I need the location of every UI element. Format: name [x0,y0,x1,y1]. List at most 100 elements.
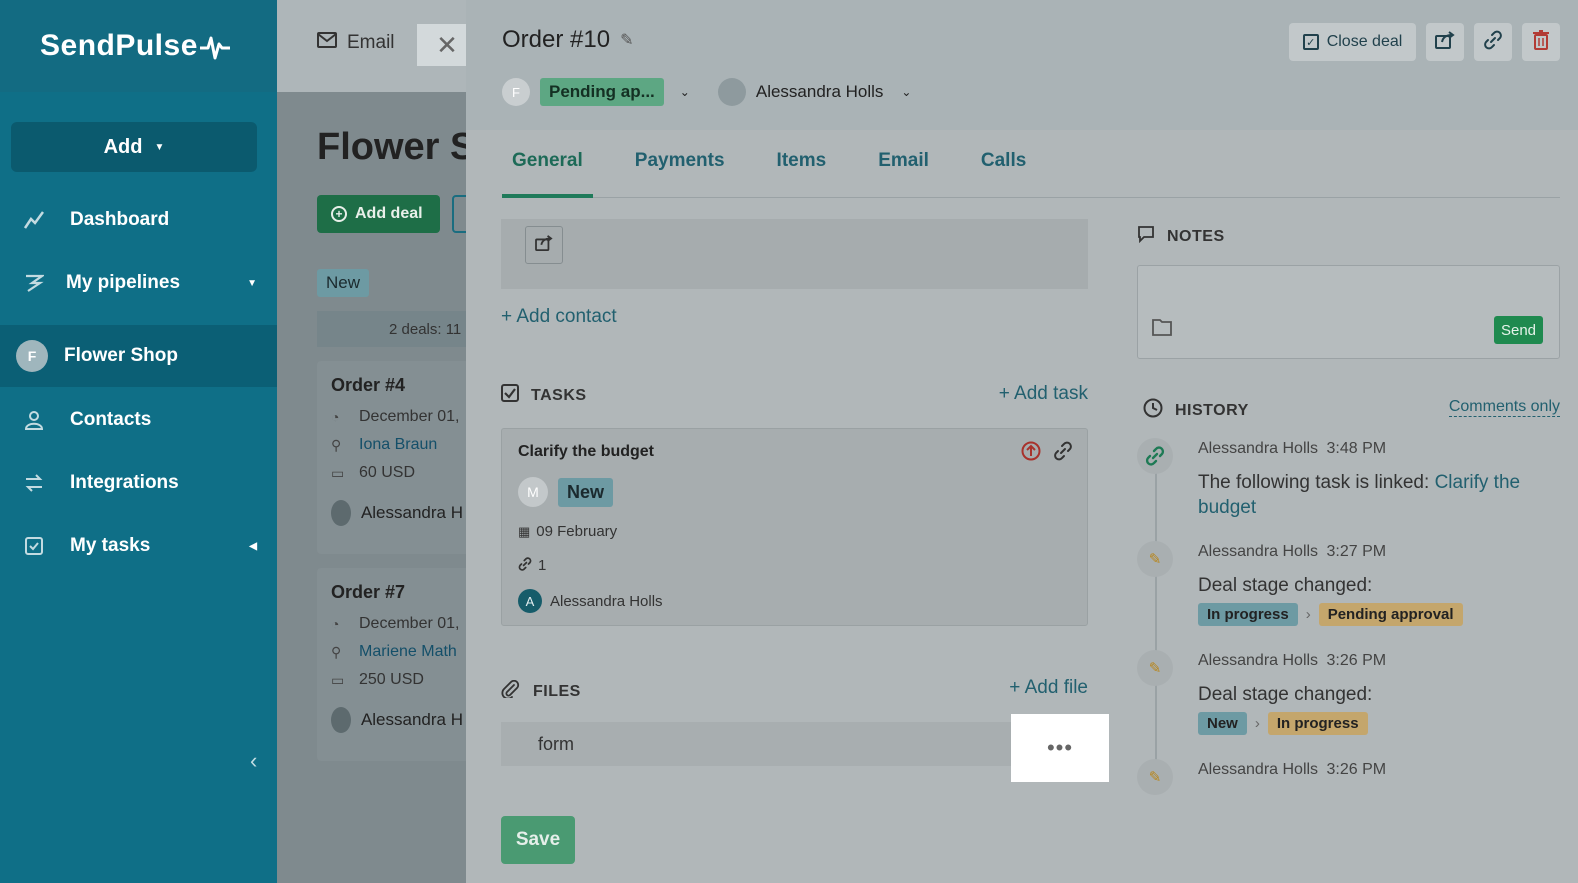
wallet-icon: ▭ [331,671,345,688]
add-contact-link[interactable]: + Add contact [501,306,617,328]
add-file-link[interactable]: + Add file [1009,677,1088,699]
stage-to-badge: In progress [1267,712,1368,735]
priority-up-icon[interactable] [1021,441,1041,466]
notes-header-label: NOTES [1167,227,1225,245]
paperclip-icon [501,679,521,703]
pipeline-avatar: F [16,340,48,372]
file-menu-button[interactable]: ••• [1011,714,1109,782]
task-owner: A Alessandra Holls [518,589,663,613]
mail-icon [317,32,337,54]
task-icons [1009,441,1073,466]
history-author: Alessandra Holls [1198,652,1319,669]
history-meta: Alessandra Holls 3:26 PM [1198,761,1386,779]
avatar [331,500,351,526]
pipeline-board: Email ✕ Flower S + Add deal New 2 deals:… [277,0,466,883]
deal-card-date-text: December 01, [359,408,460,425]
chevron-right-icon: › [1254,715,1260,732]
close-deal-label: Close deal [1326,33,1403,50]
stage-select[interactable]: Pending ap... [540,78,664,106]
secondary-button[interactable] [452,195,466,233]
sidebar-item-dashboard[interactable]: Dashboard [0,189,277,251]
sidebar-item-integrations[interactable]: Integrations [0,452,277,514]
link-icon[interactable] [1053,441,1073,466]
folder-icon[interactable] [1152,318,1172,341]
file-row[interactable]: form [501,722,1088,766]
sidebar-item-label: Contacts [70,409,152,430]
trash-icon [1533,29,1549,55]
stage-change: In progress › Pending approval [1198,603,1463,626]
logo[interactable]: SendPulse [0,0,277,92]
tab-email[interactable]: Email [868,150,939,198]
add-deal-button[interactable]: + Add deal [317,195,440,233]
history-time: 3:26 PM [1326,761,1387,778]
task-status: M New [518,477,614,507]
deal-card[interactable]: Order #7 ◔ December 01, ⚲ Mariene Math ▭ 25… [317,568,466,761]
contact-box [501,219,1088,289]
tab-payments[interactable]: Payments [625,150,735,198]
save-button[interactable]: Save [501,816,575,864]
sidebar-item-my-tasks[interactable]: My tasks ◀ [0,515,277,577]
close-icon[interactable]: ✕ [417,24,466,66]
owner-select[interactable]: Alessandra Holls [756,82,884,102]
sidebar-item-label: My pipelines [66,272,181,293]
deal-tabs: General Payments Items Email Calls [502,150,1560,198]
share-contact-button[interactable] [525,226,563,264]
task-title: Clarify the budget [518,443,655,460]
link-icon [518,557,532,574]
add-task-link[interactable]: + Add task [999,383,1088,405]
sidebar-item-label: Flower Shop [64,345,178,366]
history-text: Deal stage changed: [1198,684,1373,705]
tab-calls[interactable]: Calls [971,150,1036,198]
deal-card-owner-text: Alessandra H [360,503,463,522]
share-icon [1435,30,1455,54]
add-button[interactable]: Add ▼ [11,122,257,172]
history-meta: Alessandra Holls 3:26 PM [1198,652,1386,670]
deal-card-date-text: December 01, [359,615,460,632]
chevron-down-icon[interactable]: ⌄ [680,85,690,99]
deal-card[interactable]: Order #4 ◔ December 01, ⚲ Iona Braun ▭ 60 U… [317,361,466,554]
comments-only-toggle[interactable]: Comments only [1448,398,1560,417]
collapse-sidebar-icon[interactable]: ‹ [250,748,257,774]
stage-to-badge: Pending approval [1318,603,1463,626]
wallet-icon: ▭ [331,464,345,481]
task-date: ▦ 09 February [518,523,617,540]
deal-card-title: Order #4 [331,375,406,395]
edit-pencil-icon[interactable]: ✎ [620,30,633,50]
calendar-icon: ▦ [518,523,531,539]
task-card[interactable]: Clarify the budget M New ▦ 09 February 1… [501,428,1088,626]
notes-input[interactable]: Send [1137,265,1560,359]
tab-email[interactable]: Email [317,32,395,54]
logo-text: SendPulse [40,29,198,62]
files-header-label: FILES [533,682,581,700]
close-deal-button[interactable]: ✓ Close deal [1289,23,1416,61]
more-dots-icon: ••• [1046,735,1074,760]
deal-card-contact[interactable]: ⚲ Iona Braun [331,436,463,454]
history-text-body: The following task is linked: [1198,472,1435,493]
sidebar-item-my-pipelines[interactable]: My pipelines ▼ [0,252,277,314]
copy-link-button[interactable] [1474,23,1512,61]
tab-items[interactable]: Items [767,150,837,198]
history-author: Alessandra Holls [1198,440,1319,457]
deal-stage-row: F Pending ap... ⌄ Alessandra Holls ⌄ [502,78,911,106]
history-item: ✎ Alessandra Holls 3:26 PM Deal stage ch… [1137,650,1560,745]
delete-button[interactable] [1522,23,1560,61]
sidebar-item-flower-shop[interactable]: F Flower Shop [0,325,277,387]
send-button[interactable]: Send [1494,316,1543,344]
caret-down-icon: ▼ [247,277,257,289]
share-icon [535,234,553,256]
add-deal-label: Add deal [355,205,423,222]
history-meta: Alessandra Holls 3:48 PM [1198,440,1386,458]
avatar [331,707,351,733]
pencil-icon: ✎ [1137,650,1173,686]
deal-card-contact-text: Mariene Math [359,643,457,660]
sidebar-item-contacts[interactable]: Contacts [0,389,277,451]
chevron-down-icon[interactable]: ⌄ [901,85,911,99]
stage-change: New › In progress [1198,712,1368,735]
deal-card-contact[interactable]: ⚲ Mariene Math [331,643,463,661]
deal-card-date: ◔ December 01, [331,615,463,633]
sidebar-item-label: My tasks [70,535,151,556]
share-button[interactable] [1426,23,1464,61]
tab-general[interactable]: General [502,150,593,198]
history-text: Deal stage changed: [1198,575,1373,596]
history-item: ✎ Alessandra Holls 3:26 PM [1137,759,1560,799]
